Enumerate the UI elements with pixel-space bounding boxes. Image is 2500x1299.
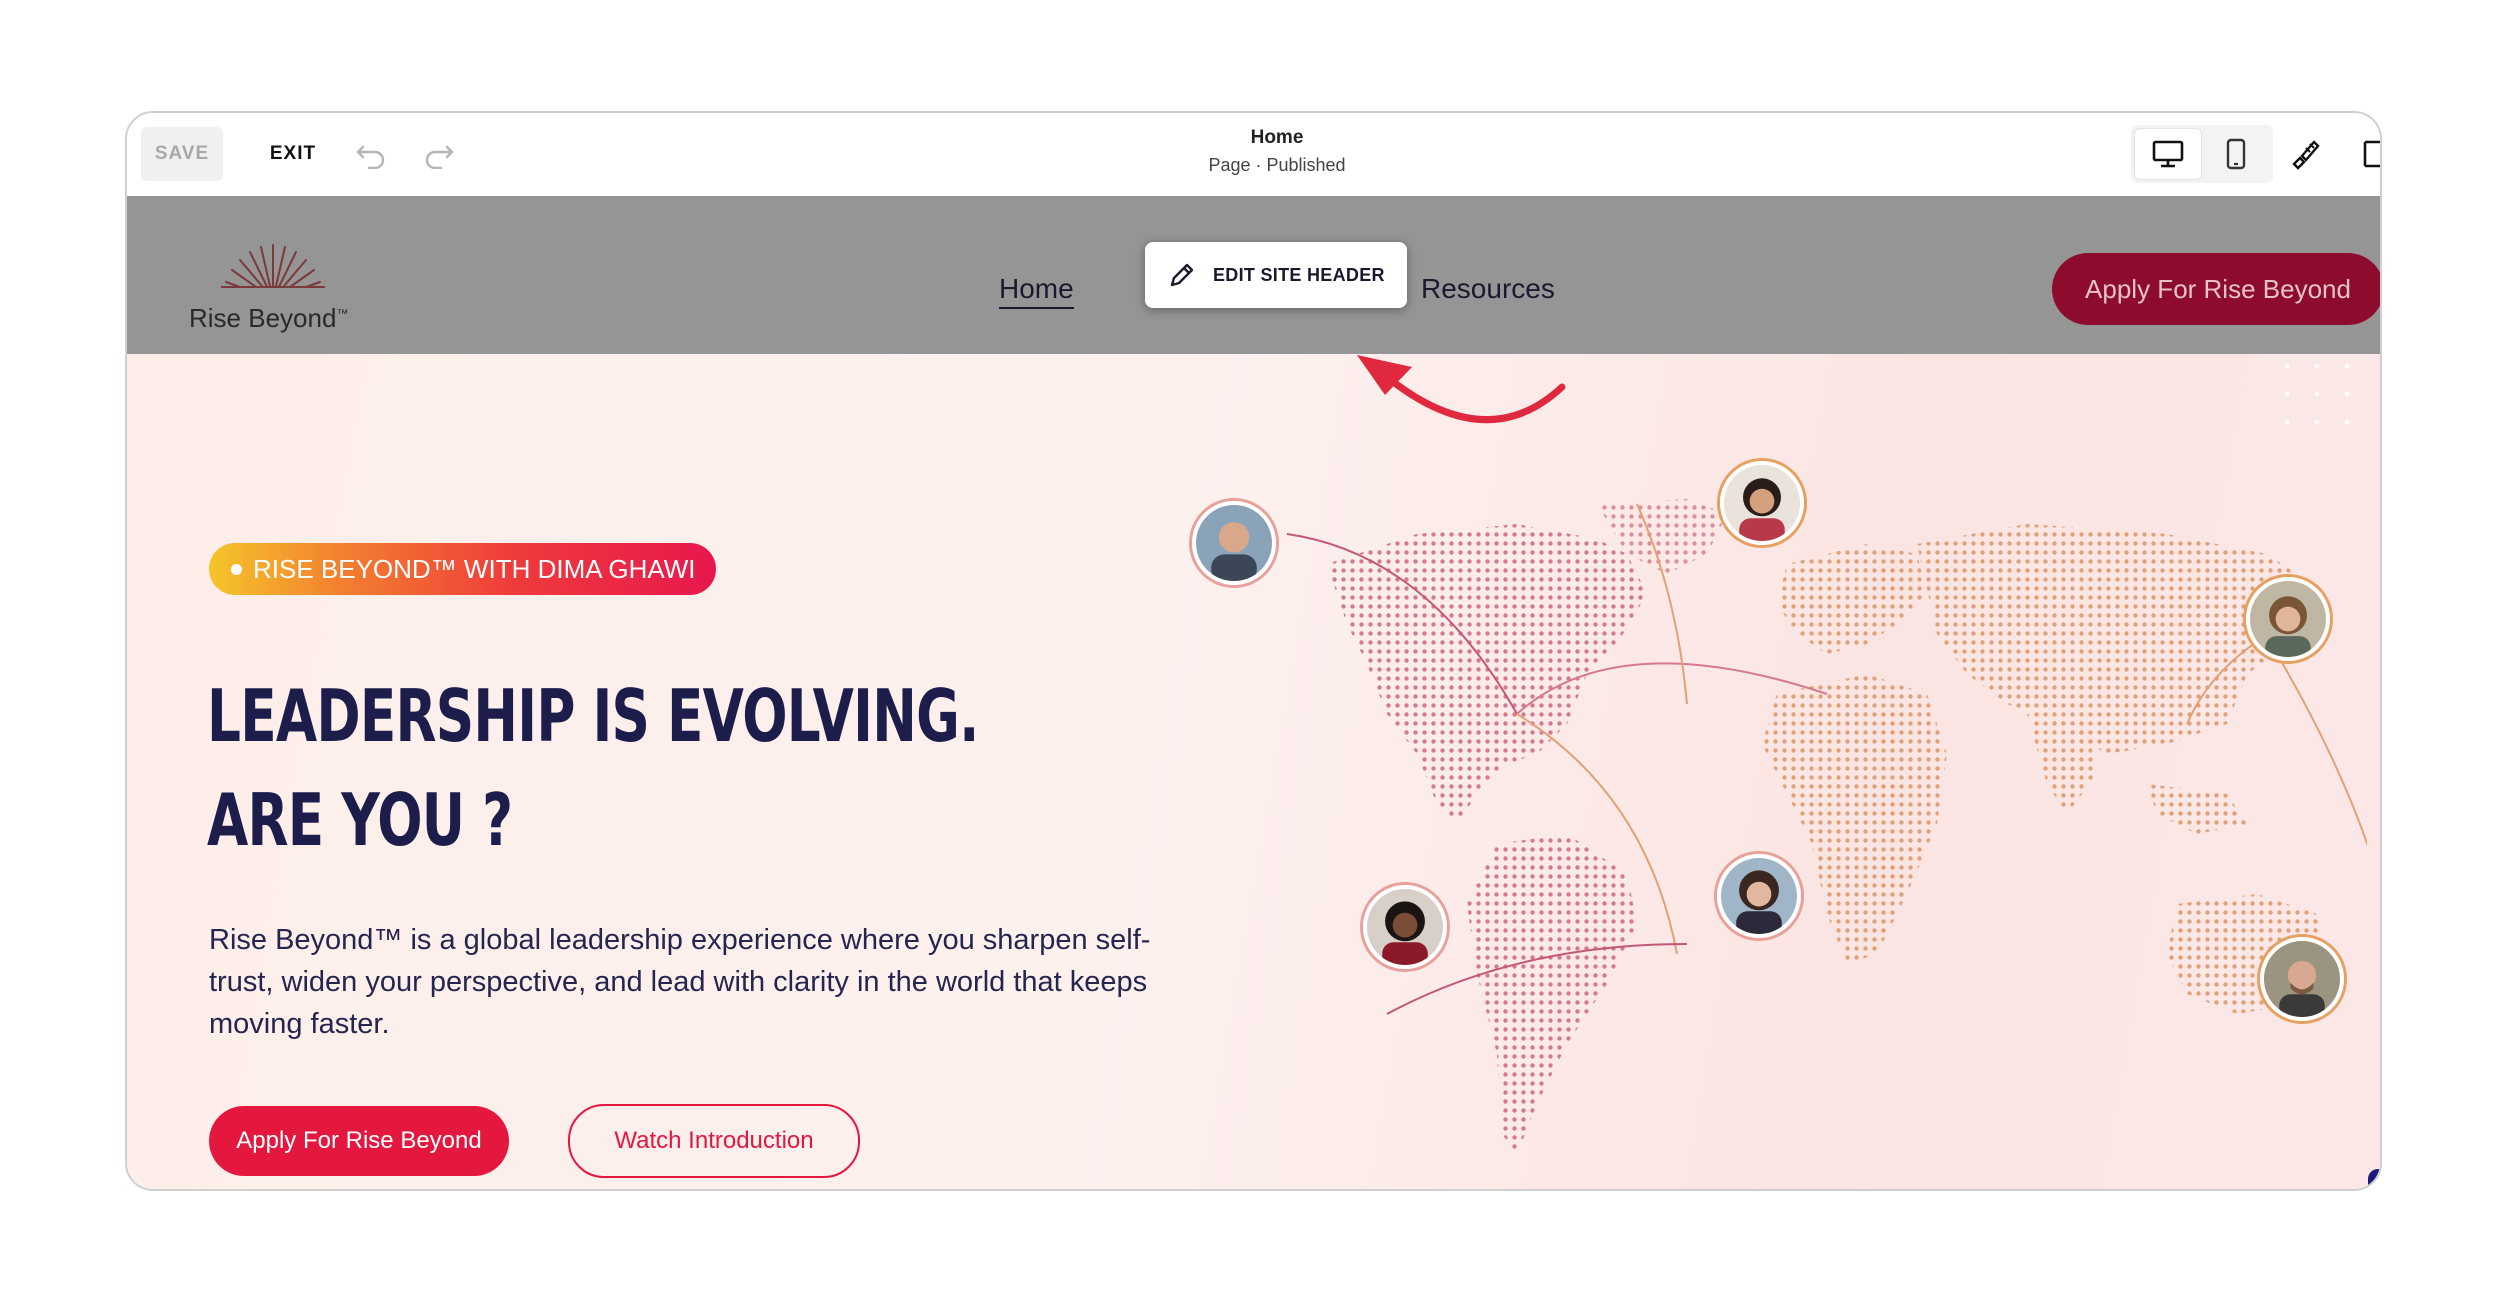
nav-resources-link[interactable]: Resources [1421, 273, 1555, 305]
redo-icon[interactable] [421, 137, 457, 173]
nav-home-link[interactable]: Home [999, 273, 1074, 309]
headline-line-2: ARE YOU ? [207, 778, 513, 862]
editor-toolbar: SAVE EXIT Home Page · Published [127, 113, 2380, 196]
avatar-4 [1717, 854, 1801, 938]
site-logo[interactable]: Rise Beyond™ [189, 241, 369, 341]
edit-site-header-label: EDIT SITE HEADER [1213, 264, 1385, 285]
avatar-3 [2246, 577, 2330, 661]
hero-badge: RISE BEYOND™ WITH DIMA GHAWI [209, 543, 716, 595]
desktop-view-button[interactable] [2135, 129, 2201, 179]
logo-name: Rise Beyond [189, 303, 337, 333]
mobile-icon [2226, 138, 2246, 170]
brush-icon[interactable] [2287, 135, 2323, 171]
logo-trademark: ™ [336, 306, 349, 321]
hero-apply-button[interactable]: Apply For Rise Beyond [209, 1106, 509, 1176]
hero-badge-text: RISE BEYOND™ WITH DIMA GHAWI [253, 553, 696, 584]
hero-section: RISE BEYOND™ WITH DIMA GHAWI LEADERSHIP … [127, 354, 2380, 1189]
avatar-5 [1363, 885, 1447, 969]
hero-paragraph: Rise Beyond™ is a global leadership expe… [209, 924, 1151, 1040]
editor-frame: SAVE EXIT Home Page · Published Rise Bey… [125, 111, 2382, 1191]
badge-dot [231, 564, 242, 575]
save-button[interactable]: SAVE [141, 127, 223, 181]
watch-introduction-button[interactable]: Watch Introduction [568, 1104, 860, 1178]
page-title-block: Home Page · Published [1177, 127, 1377, 176]
avatar-2 [1720, 461, 1804, 545]
world-map [1286, 499, 2367, 1154]
avatar-6 [2260, 937, 2344, 1021]
edit-site-header-button[interactable]: EDIT SITE HEADER [1145, 242, 1407, 308]
page-title: Home [1250, 127, 1304, 148]
device-toggle [2131, 125, 2273, 183]
mobile-view-button[interactable] [2203, 129, 2269, 179]
desktop-icon [2152, 140, 2184, 168]
exit-button[interactable]: EXIT [253, 127, 333, 181]
sunburst-logo-icon [213, 244, 333, 303]
undo-icon[interactable] [353, 137, 389, 173]
header-apply-button[interactable]: Apply For Rise Beyond [2052, 253, 2380, 325]
hero-headline: LEADERSHIP IS EVOLVING. ARE YOU ? [207, 664, 979, 872]
avatar-1 [1192, 501, 1276, 585]
site-header[interactable]: Rise Beyond™ Home Resources EDIT SITE HE… [127, 196, 2380, 354]
logo-text: Rise Beyond™ [189, 303, 348, 334]
side-chat-tab[interactable] [2368, 1169, 2380, 1189]
panel-icon[interactable] [2361, 135, 2380, 171]
page-status: Page · Published [1208, 155, 1346, 175]
pencil-icon [1170, 263, 1194, 287]
arrow-annotation-icon [1357, 355, 1566, 424]
headline-line-1: LEADERSHIP IS EVOLVING. [207, 674, 979, 758]
decorative-dot-grid [2284, 363, 2350, 425]
